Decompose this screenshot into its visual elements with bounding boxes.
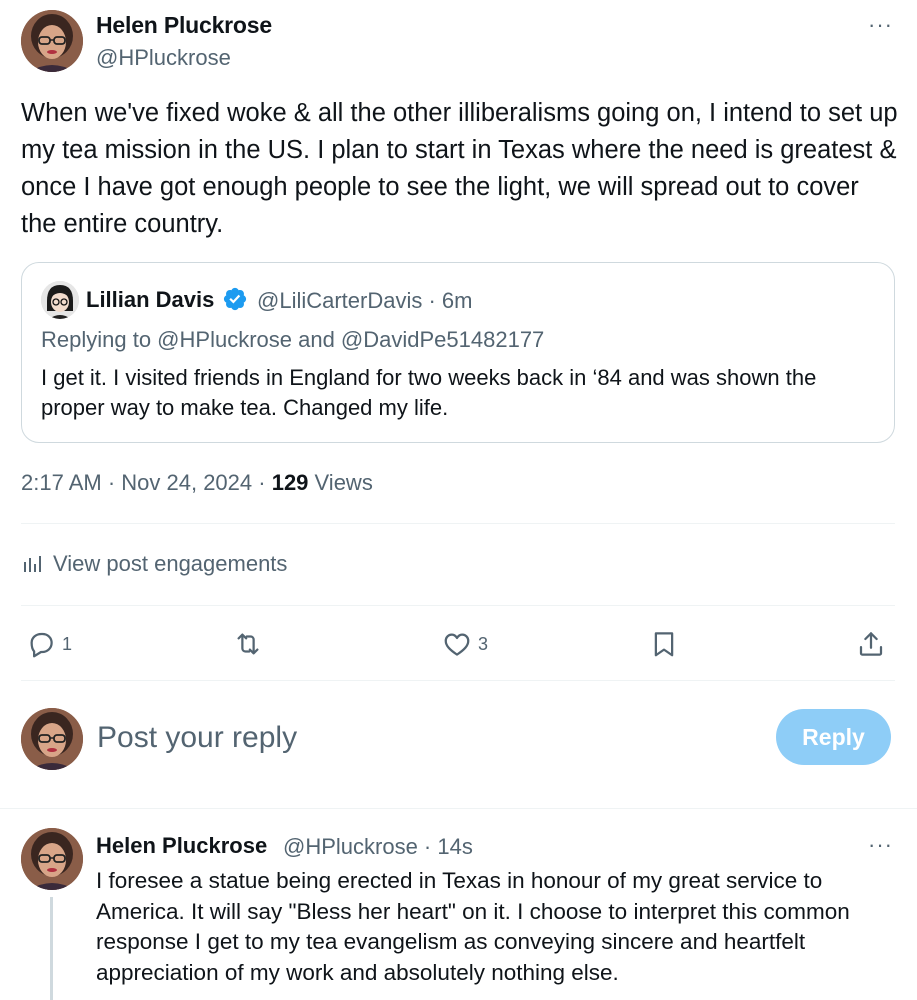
analytics-icon xyxy=(24,556,41,572)
quote-author-avatar[interactable] xyxy=(41,281,79,319)
repost-icon xyxy=(237,633,259,655)
quote-replying-to: Replying to @HPluckrose and @DavidPe5148… xyxy=(41,327,545,352)
divider xyxy=(0,808,917,809)
author-name[interactable]: Helen Pluckrose xyxy=(96,12,272,39)
view-engagements-label: View post engagements xyxy=(53,551,288,576)
divider xyxy=(21,605,895,606)
post-text: When we've fixed woke & all the other il… xyxy=(21,99,898,238)
author-handle[interactable]: @HPluckrose xyxy=(96,45,231,71)
view-engagements-link[interactable]: View post engagements xyxy=(21,551,287,577)
reply-more-icon[interactable]: ··· xyxy=(868,832,893,858)
bookmark-action[interactable] xyxy=(649,627,679,661)
bookmark-icon xyxy=(654,632,674,657)
reply-button[interactable]: Reply xyxy=(776,709,891,765)
quote-author-name[interactable]: Lillian Davis xyxy=(86,287,214,313)
like-count: 3 xyxy=(478,633,489,654)
views-count: 129 xyxy=(271,470,309,495)
thread-line xyxy=(50,897,53,1000)
views-label: Views xyxy=(308,470,373,495)
share-icon xyxy=(859,632,883,656)
reply-author-avatar[interactable] xyxy=(21,828,83,890)
quote-author-handle[interactable]: @LiliCarterDavis · 6m xyxy=(257,288,472,314)
more-icon[interactable]: ··· xyxy=(868,12,893,38)
repost-action[interactable] xyxy=(233,627,263,661)
divider xyxy=(21,680,895,681)
quote-text: I get it. I visited friends in England f… xyxy=(41,365,817,420)
post-meta: 2:17 AM · Nov 24, 2024 · 129 Views xyxy=(21,470,373,496)
reply-author-name[interactable]: Helen Pluckrose xyxy=(96,833,267,859)
quoted-post[interactable]: Lillian Davis @LiliCarterDavis · 6m Repl… xyxy=(21,262,895,443)
share-action[interactable] xyxy=(856,627,886,661)
reply-author-handle[interactable]: @HPluckrose · 14s xyxy=(283,834,473,860)
reply-icon xyxy=(30,632,53,658)
like-icon xyxy=(444,633,470,656)
divider xyxy=(21,523,895,524)
like-action[interactable]: 3 xyxy=(442,627,488,661)
author-avatar[interactable] xyxy=(21,10,83,72)
verified-icon xyxy=(223,287,247,311)
post-timestamp[interactable]: 2:17 AM · Nov 24, 2024 · xyxy=(21,470,272,495)
reply-action[interactable]: 1 xyxy=(26,627,72,661)
reply-text: I foresee a statue being erected in Texa… xyxy=(96,868,850,985)
composer-avatar[interactable] xyxy=(21,708,83,770)
reply-input[interactable] xyxy=(97,716,737,760)
reply-count: 1 xyxy=(62,633,73,654)
